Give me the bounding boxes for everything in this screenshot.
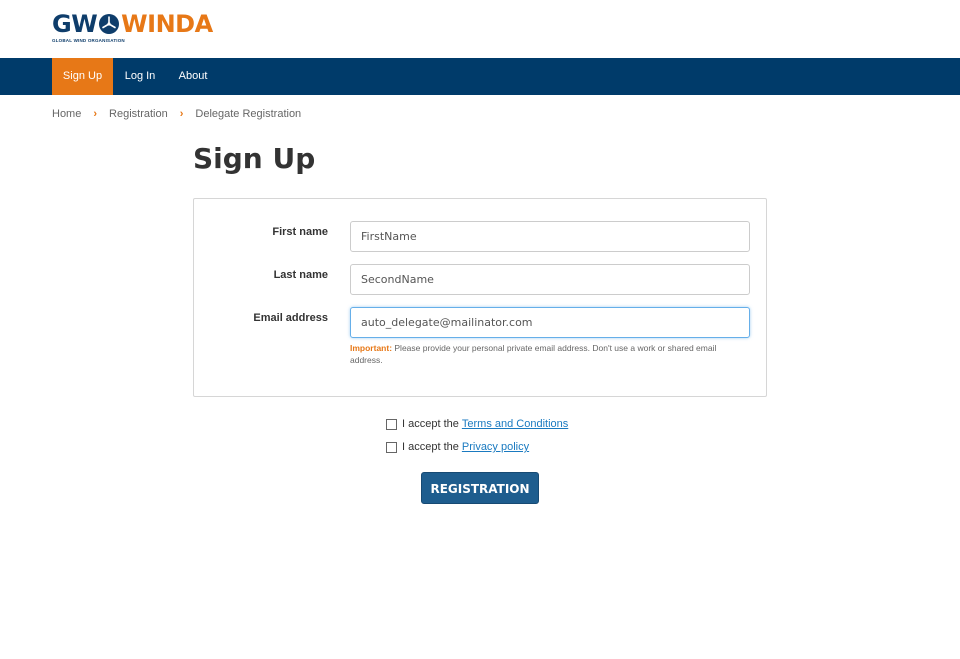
registration-form: First name Last name Email address Impor… xyxy=(193,198,767,397)
logo-tagline: GLOBAL WIND ORGANISATION xyxy=(52,38,125,43)
terms-checkbox[interactable] xyxy=(386,418,397,430)
hint-important-label: Important: xyxy=(350,343,393,353)
email-hint: Important: Please provide your personal … xyxy=(350,343,750,366)
privacy-row: I accept the Privacy policy xyxy=(386,439,529,455)
terms-prefix: I accept the xyxy=(402,418,459,430)
last-name-label: Last name xyxy=(273,269,328,281)
registration-button[interactable]: REGISTRATION xyxy=(421,472,539,504)
main-nav: Sign Up Log In About xyxy=(0,58,960,95)
nav-about[interactable]: About xyxy=(170,58,216,95)
terms-link[interactable]: Terms and Conditions xyxy=(462,418,568,430)
nav-sign-up[interactable]: Sign Up xyxy=(52,58,113,95)
chevron-right-icon: › xyxy=(179,108,184,120)
nav-log-in[interactable]: Log In xyxy=(117,58,163,95)
chevron-right-icon: › xyxy=(93,108,98,120)
last-name-field[interactable] xyxy=(350,264,750,295)
first-name-field[interactable] xyxy=(350,221,750,252)
first-name-label: First name xyxy=(272,226,328,238)
breadcrumb-delegate-registration: Delegate Registration xyxy=(195,108,302,120)
breadcrumb: Home › Registration › Delegate Registrat… xyxy=(52,106,301,122)
wind-turbine-icon xyxy=(98,13,120,35)
logo-text-gw: GW xyxy=(52,10,98,38)
privacy-link[interactable]: Privacy policy xyxy=(462,441,529,453)
breadcrumb-registration[interactable]: Registration xyxy=(109,108,168,120)
page-title: Sign Up xyxy=(193,142,316,175)
email-address-label: Email address xyxy=(253,312,328,324)
terms-row: I accept the Terms and Conditions xyxy=(386,416,568,432)
privacy-checkbox[interactable] xyxy=(386,441,397,453)
logo-row: GW WINDA xyxy=(52,10,213,38)
privacy-prefix: I accept the xyxy=(402,441,459,453)
gwo-winda-logo[interactable]: GW WINDA GLOBAL WIND ORGANISATION xyxy=(52,10,213,43)
logo-text-winda: WINDA xyxy=(121,10,213,38)
email-field[interactable] xyxy=(350,307,750,338)
hint-text: Please provide your personal private ema… xyxy=(350,343,717,365)
breadcrumb-home[interactable]: Home xyxy=(52,108,81,120)
site-header: GW WINDA GLOBAL WIND ORGANISATION xyxy=(0,0,960,58)
